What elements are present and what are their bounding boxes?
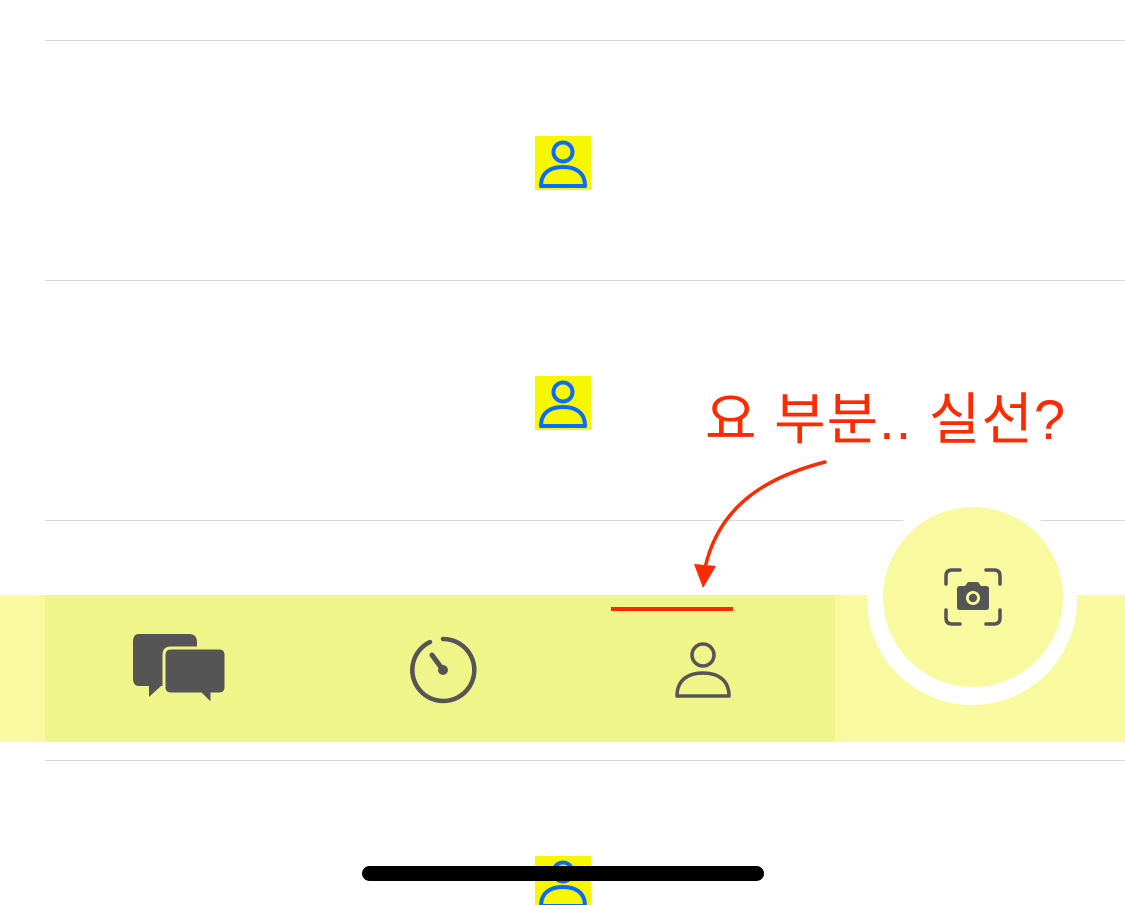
list-divider bbox=[45, 40, 1125, 41]
timer-icon bbox=[409, 636, 477, 704]
person-outline-icon bbox=[539, 140, 587, 188]
person-outline-icon bbox=[674, 642, 731, 698]
home-indicator bbox=[362, 866, 764, 881]
tab-chats[interactable] bbox=[120, 620, 240, 720]
list-item-avatar[interactable] bbox=[535, 376, 591, 430]
list-divider bbox=[45, 760, 1125, 761]
tab-profile[interactable] bbox=[645, 620, 760, 720]
list-item-avatar[interactable] bbox=[535, 136, 591, 190]
chat-bubbles-icon bbox=[133, 634, 227, 709]
list-divider bbox=[45, 280, 1125, 281]
annotation-arrow bbox=[694, 460, 827, 588]
selected-tab-indicator bbox=[611, 607, 733, 611]
tab-timer[interactable] bbox=[385, 620, 500, 720]
person-outline-icon bbox=[539, 380, 587, 428]
camera-scan-icon bbox=[944, 568, 1002, 626]
annotation-text: 요 부분.. 실선? bbox=[705, 388, 1066, 451]
camera-button[interactable] bbox=[883, 507, 1063, 687]
